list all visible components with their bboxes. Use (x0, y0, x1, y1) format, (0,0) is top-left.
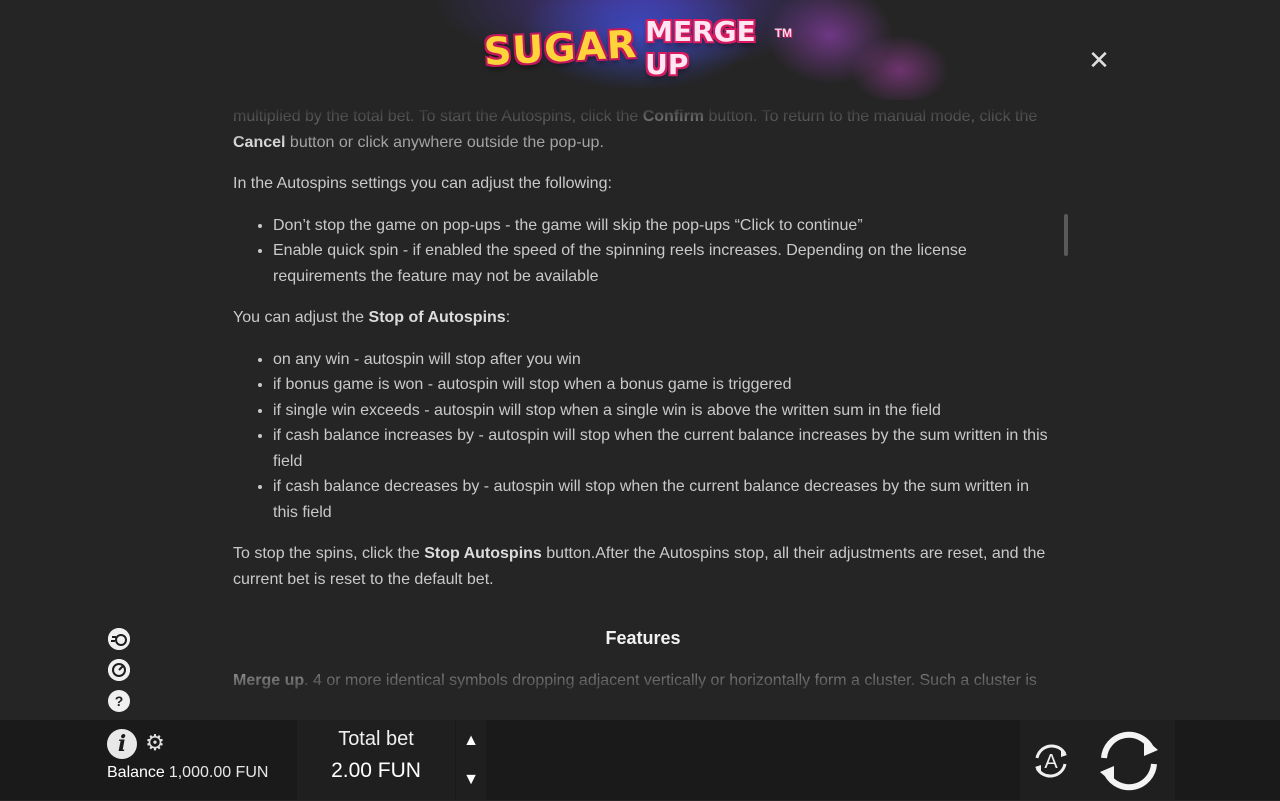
autospin-settings-list: Don’t stop the game on pop-ups - the gam… (233, 213, 1053, 290)
stop-conditions-list: on any win - autospin will stop after yo… (233, 347, 1053, 526)
turbo-spin-icon[interactable] (108, 628, 130, 650)
logo-trademark: TM (774, 26, 792, 40)
spin-button[interactable] (1094, 726, 1164, 796)
autospin-label: A (1044, 751, 1058, 773)
stop-autospins-term: Stop Autospins (424, 545, 542, 562)
cancel-term: Cancel (233, 133, 286, 151)
side-icon-column: ? (108, 628, 134, 721)
game-logo: SUGAR MERGE UP TM (482, 15, 792, 81)
rules-paragraph: To stop the spins, click the Stop Autosp… (233, 541, 1053, 592)
rules-paragraph: In the Autospins settings you can adjust… (233, 175, 612, 192)
bet-increase-button[interactable]: ▲ (462, 732, 480, 750)
rules-text: . 4 or more identical symbols dropping a… (304, 671, 1037, 689)
list-item: if cash balance decreases by - autospin … (273, 474, 1053, 525)
rules-paragraph: You can adjust the Stop of Autospins: (233, 305, 1053, 331)
merge-up-term: Merge up (233, 671, 305, 689)
balance-value: 1,000.00 FUN (168, 764, 269, 781)
list-item: if bonus game is won - autospin will sto… (273, 372, 1053, 398)
rules-content[interactable]: multiplied by the total bet. To start th… (233, 104, 1053, 700)
rules-paragraph: Merge up. 4 or more identical symbols dr… (233, 668, 1053, 694)
help-icon[interactable]: ? (108, 690, 130, 712)
logo-sugar: SUGAR (482, 22, 639, 74)
balance-display: Balance 1,000.00 FUN (107, 764, 268, 782)
features-heading: Features (605, 628, 681, 648)
list-item: if cash balance increases by - autospin … (273, 423, 1053, 474)
scrollbar-thumb[interactable] (1064, 214, 1068, 256)
rules-text: button. To return to the manual mode, cl… (704, 108, 1038, 125)
autoplay-icon[interactable] (108, 659, 130, 681)
info-button[interactable]: i (107, 729, 137, 759)
list-item: on any win - autospin will stop after yo… (273, 347, 1053, 373)
confirm-term: Confirm (642, 108, 705, 125)
rules-text: : (505, 309, 511, 326)
rules-text: You can adjust the (233, 309, 369, 326)
list-item: if single win exceeds - autospin will st… (273, 398, 1053, 424)
stop-of-autospins-term: Stop of Autospins (368, 309, 506, 326)
rules-paragraph: multiplied by the total bet. To start th… (233, 104, 1053, 155)
bottom-bar (0, 720, 1280, 800)
list-item: Don’t stop the game on pop-ups - the gam… (273, 213, 1053, 239)
gear-icon[interactable]: ⚙ (143, 730, 167, 756)
total-bet-value: 2.00 FUN (331, 759, 421, 782)
rules-text: button or click anywhere outside the pop… (285, 133, 604, 151)
logo-merge-up: MERGE UP (645, 15, 756, 81)
rules-text: multiplied by the total bet. To start th… (233, 108, 643, 125)
close-icon[interactable]: ✕ (1086, 47, 1112, 73)
balance-label: Balance (107, 764, 165, 781)
rules-text: To stop the spins, click the (233, 545, 425, 562)
autospin-button[interactable]: A (1028, 738, 1074, 784)
total-bet-label: Total bet (338, 728, 414, 750)
list-item: Enable quick spin - if enabled the speed… (273, 238, 1053, 289)
bet-decrease-button[interactable]: ▼ (462, 771, 480, 789)
